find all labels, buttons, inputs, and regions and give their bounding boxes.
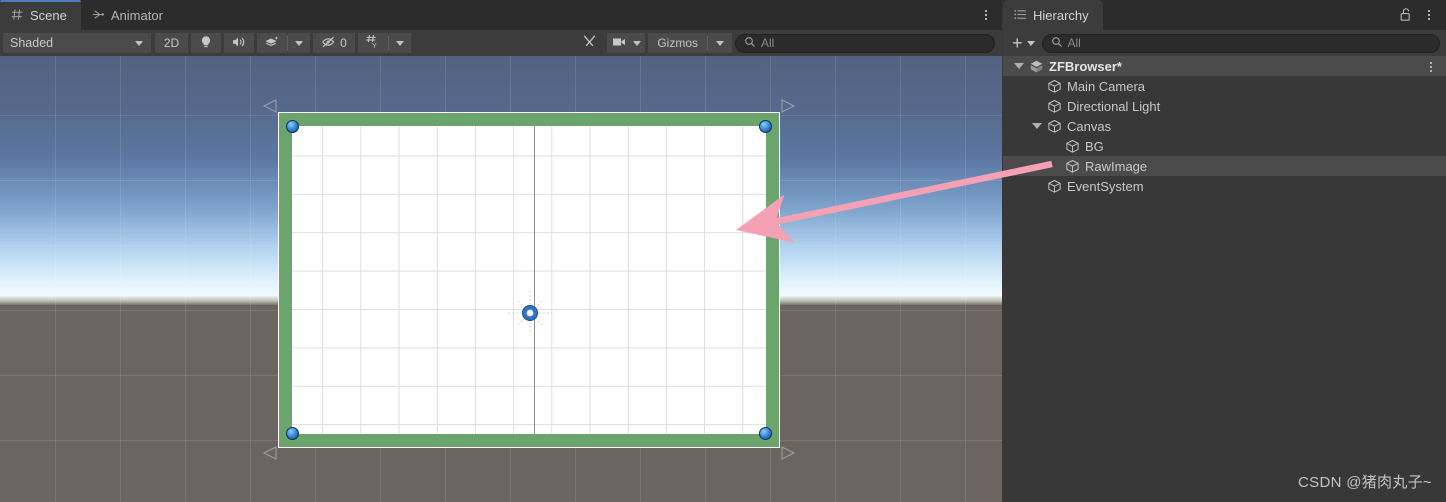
scene-toolbar: Shaded 2D 0 Y Gizmos All xyxy=(0,30,1002,56)
hierarchy-row-label: EventSystem xyxy=(1067,178,1144,194)
hierarchy-row-directional-light[interactable]: Directional Light xyxy=(1003,96,1446,116)
hierarchy-row-label: Main Camera xyxy=(1067,78,1146,94)
lightbulb-icon xyxy=(199,35,213,52)
hierarchy-row-canvas[interactable]: Canvas xyxy=(1003,116,1446,136)
tab-hierarchy[interactable]: Hierarchy xyxy=(1003,0,1103,30)
unity-editor-window: Scene Animator Shaded 2D 0 Y Gizmos All … xyxy=(0,0,1446,502)
scene-panel: Scene Animator Shaded 2D 0 Y Gizmos All xyxy=(0,0,1002,502)
tab-scene-label: Scene xyxy=(30,7,67,23)
rawimage-center-axis-line xyxy=(534,126,535,434)
audio-toggle-button[interactable] xyxy=(224,33,254,53)
hierarchy-row-rawimage[interactable]: RawImage xyxy=(1003,156,1446,176)
rawimage-grid-pattern xyxy=(292,126,766,434)
scene-options-kebab-icon[interactable] xyxy=(979,4,993,26)
hierarchy-tabbar: Hierarchy xyxy=(1003,0,1446,30)
animator-icon xyxy=(92,8,105,23)
camera-icon xyxy=(612,36,629,51)
chevron-down-icon xyxy=(716,40,724,46)
hierarchy-row-bg[interactable]: BG xyxy=(1003,136,1446,156)
grid-dropdown-button[interactable] xyxy=(389,33,411,53)
hierarchy-search-field[interactable]: All xyxy=(1041,33,1440,53)
hierarchy-row-zfbrowser[interactable]: ZFBrowser* xyxy=(1003,56,1446,76)
hierarchy-search-placeholder: All xyxy=(1067,36,1081,50)
scene-search-placeholder: All xyxy=(761,36,775,50)
search-icon xyxy=(1051,36,1063,51)
hierarchy-options-kebab-icon[interactable] xyxy=(1422,4,1436,26)
resize-handle-bottom-right[interactable] xyxy=(759,427,772,440)
add-gameobject-button[interactable]: + xyxy=(1009,33,1038,53)
gameobject-cube-icon xyxy=(1045,79,1063,94)
tab-hierarchy-label: Hierarchy xyxy=(1033,7,1089,23)
two-d-label: 2D xyxy=(163,36,180,50)
hidden-count-label: 0 xyxy=(340,36,347,50)
hidden-objects-button[interactable]: 0 xyxy=(313,33,355,53)
hierarchy-row-label: RawImage xyxy=(1085,158,1148,174)
watermark-text: CSDN @猪肉丸子~ xyxy=(1298,474,1432,491)
resize-handle-top-right[interactable] xyxy=(759,120,772,133)
hierarchy-tree: ZFBrowser* Main Camera Directional Light Ca… xyxy=(1003,56,1446,502)
draw-mode-dropdown[interactable]: Shaded xyxy=(3,33,151,53)
scene-tools-button[interactable] xyxy=(576,33,605,53)
chevron-down-icon xyxy=(1032,123,1042,129)
draw-mode-label: Shaded xyxy=(10,36,54,50)
toggle-2d-button[interactable]: 2D xyxy=(155,33,188,53)
gameobject-cube-icon xyxy=(1063,159,1081,174)
fx-dropdown-button[interactable] xyxy=(288,33,310,53)
tab-animator[interactable]: Animator xyxy=(81,0,177,30)
expand-caret-icon[interactable] xyxy=(1011,63,1027,69)
gizmos-button[interactable]: Gizmos xyxy=(648,33,707,53)
search-icon xyxy=(744,36,756,51)
svg-text:Y: Y xyxy=(372,43,377,49)
plus-icon: + xyxy=(1012,33,1023,53)
chevron-down-icon xyxy=(1014,63,1024,69)
gizmos-dropdown-button[interactable] xyxy=(708,33,732,53)
resize-handle-bottom-left[interactable] xyxy=(286,427,299,440)
lighting-toggle-button[interactable] xyxy=(191,33,221,53)
hierarchy-row-label: BG xyxy=(1085,138,1104,154)
gameobject-cube-icon xyxy=(1045,179,1063,194)
chevron-down-icon xyxy=(295,40,303,46)
chevron-down-icon xyxy=(135,40,143,46)
grid-axis-icon: Y xyxy=(365,34,381,52)
gameobject-cube-icon xyxy=(1063,139,1081,154)
scene-search-field[interactable]: All xyxy=(735,33,995,53)
hierarchy-row-eventsystem[interactable]: EventSystem xyxy=(1003,176,1446,196)
rawimage-content-area xyxy=(292,126,766,434)
hierarchy-row-label: Directional Light xyxy=(1067,98,1161,114)
eye-slash-icon xyxy=(321,35,337,52)
chevron-down-icon xyxy=(1026,40,1035,46)
effects-icon xyxy=(264,35,280,52)
chevron-down-icon xyxy=(396,40,404,46)
gameobject-cube-icon xyxy=(1045,99,1063,114)
scene-asset-icon xyxy=(1027,59,1045,74)
gameobject-cube-icon xyxy=(1045,119,1063,134)
tab-animator-label: Animator xyxy=(110,7,163,23)
hierarchy-panel: Hierarchy + All ZFBrowser* Main Camera D… xyxy=(1003,0,1446,502)
grid-visibility-button[interactable]: Y xyxy=(358,33,388,53)
hierarchy-toolbar: + All xyxy=(1003,30,1446,56)
gizmos-label: Gizmos xyxy=(657,36,698,50)
hierarchy-row-main-camera[interactable]: Main Camera xyxy=(1003,76,1446,96)
expand-caret-icon[interactable] xyxy=(1029,123,1045,129)
scene-tabbar: Scene Animator xyxy=(0,0,1002,30)
resize-handle-top-left[interactable] xyxy=(286,120,299,133)
speaker-icon xyxy=(231,35,247,52)
scene-viewport[interactable] xyxy=(0,56,1002,502)
hierarchy-list-icon xyxy=(1014,8,1027,23)
grid-hash-icon xyxy=(11,8,24,23)
scene-camera-button[interactable] xyxy=(607,33,646,53)
hierarchy-row-label: Canvas xyxy=(1067,118,1112,134)
chevron-down-icon xyxy=(632,40,641,46)
scene-row-kebab-icon[interactable] xyxy=(1424,56,1438,78)
lock-open-icon[interactable] xyxy=(1399,7,1413,25)
selected-canvas-rect[interactable] xyxy=(278,112,780,448)
wrench-screwdriver-icon xyxy=(582,34,598,52)
hierarchy-row-label: ZFBrowser* xyxy=(1049,58,1122,74)
fx-toggle-button[interactable] xyxy=(257,33,287,53)
tab-scene[interactable]: Scene xyxy=(0,0,81,30)
